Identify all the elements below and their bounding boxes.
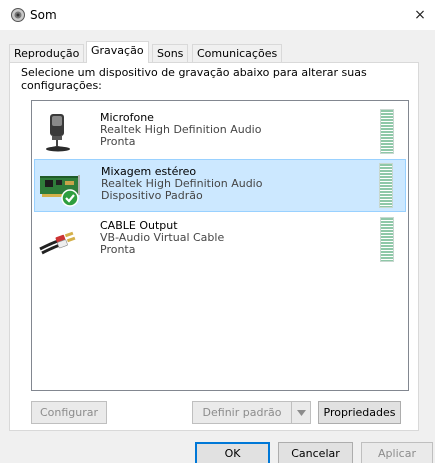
device-list[interactable]: Microfone Realtek High Definition Audio … bbox=[31, 100, 409, 391]
set-default-button[interactable]: Definir padrão bbox=[192, 401, 292, 424]
cancel-button[interactable]: Cancelar bbox=[278, 442, 353, 463]
properties-button[interactable]: Propriedades bbox=[318, 401, 401, 424]
rca-cable-icon bbox=[39, 231, 76, 255]
tab-comunicacoes[interactable]: Comunicações bbox=[192, 44, 283, 62]
level-meter bbox=[380, 217, 394, 262]
level-meter bbox=[379, 163, 393, 208]
device-item-mixagem-estereo[interactable]: Mixagem estéreo Realtek High Definition … bbox=[34, 159, 406, 212]
level-meter bbox=[380, 109, 394, 154]
chevron-down-icon bbox=[296, 409, 306, 416]
sound-card-icon bbox=[40, 175, 80, 207]
ok-button[interactable]: OK bbox=[195, 442, 270, 463]
configure-button[interactable]: Configurar bbox=[31, 401, 107, 424]
speaker-icon bbox=[11, 8, 25, 22]
device-status: Pronta bbox=[100, 243, 136, 256]
default-check-circle bbox=[61, 189, 79, 207]
instructions-text: Selecione um dispositivo de gravação aba… bbox=[21, 66, 367, 92]
device-item-cable-output[interactable]: CABLE Output VB-Audio Virtual Cable Pron… bbox=[34, 213, 406, 266]
tab-reproducao[interactable]: Reprodução bbox=[9, 44, 85, 62]
apply-button[interactable]: Aplicar bbox=[361, 442, 433, 463]
close-button[interactable]: × bbox=[405, 0, 435, 30]
tab-sons[interactable]: Sons bbox=[152, 44, 189, 62]
device-item-microfone[interactable]: Microfone Realtek High Definition Audio … bbox=[34, 105, 406, 158]
device-status: Pronta bbox=[100, 135, 136, 148]
device-status: Dispositivo Padrão bbox=[101, 189, 203, 202]
set-default-dropdown-arrow[interactable] bbox=[291, 401, 311, 424]
title-bar: Som × bbox=[0, 0, 435, 30]
tab-gravacao[interactable]: Gravação bbox=[86, 41, 149, 63]
window-title: Som bbox=[30, 8, 57, 22]
microphone-icon bbox=[46, 114, 70, 152]
